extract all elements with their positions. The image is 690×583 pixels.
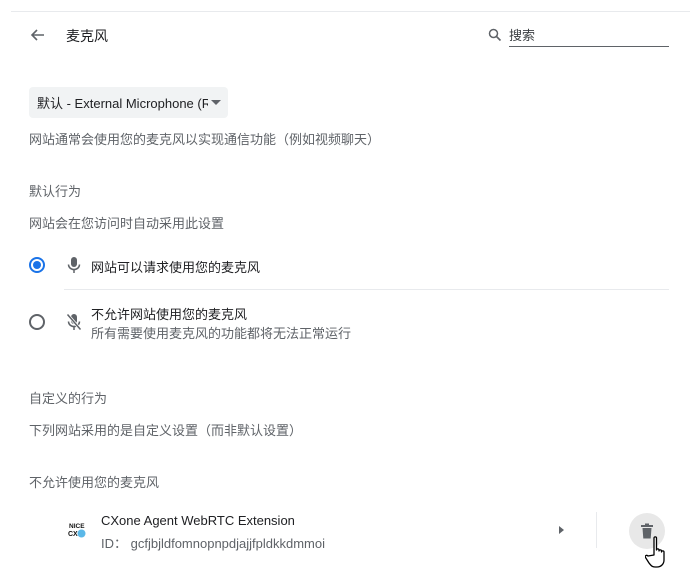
search-input[interactable] <box>509 25 669 47</box>
option-allow-ask-label[interactable]: 网站可以请求使用您的麦克风 <box>91 257 260 276</box>
row-separator <box>596 512 597 548</box>
caret-down-icon <box>211 100 221 105</box>
search-icon <box>488 28 502 42</box>
page-description: 网站通常会使用您的麦克风以实现通信功能（例如视频聊天） <box>29 132 381 147</box>
nice-cxone-icon: NICE CX <box>68 523 86 538</box>
microphone-device-select[interactable]: 默认 - External Microphone (R <box>29 87 228 118</box>
page-header: 麦克风 <box>0 22 690 48</box>
custom-behavior-subheading: 下列网站采用的是自定义设置（而非默认设置） <box>29 423 303 438</box>
arrow-right-icon[interactable] <box>559 526 564 534</box>
custom-behavior-heading: 自定义的行为 <box>29 391 108 406</box>
back-button[interactable] <box>26 24 48 46</box>
site-list-item[interactable]: NICE CX CXone Agent WebRTC Extension ID：… <box>0 505 690 555</box>
delete-site-button[interactable] <box>629 513 665 549</box>
site-name: CXone Agent WebRTC Extension <box>101 513 295 528</box>
mic-off-icon <box>66 313 82 331</box>
default-behavior-heading: 默认行为 <box>29 184 82 199</box>
option-block-label[interactable]: 不允许网站使用您的麦克风 <box>91 304 247 323</box>
trash-icon <box>641 523 653 539</box>
top-divider <box>11 11 690 12</box>
option-divider <box>64 289 669 290</box>
svg-text:NICE: NICE <box>69 523 85 530</box>
svg-text:CX: CX <box>68 531 78 538</box>
mic-icon <box>67 257 81 273</box>
radio-block[interactable] <box>29 314 45 330</box>
option-block-sublabel: 所有需要使用麦克风的功能都将无法正常运行 <box>91 326 352 341</box>
blocked-sites-heading: 不允许使用您的麦克风 <box>29 475 160 490</box>
page-title: 麦克风 <box>66 28 108 44</box>
radio-allow-ask[interactable] <box>29 257 45 273</box>
search-box <box>488 25 669 47</box>
arrow-back-icon <box>30 29 44 41</box>
site-id: ID： gcfjbjldfomnopnpdjajjfpldkkdmmoi <box>101 536 325 551</box>
selected-device: 默认 - External Microphone (R <box>37 96 208 111</box>
default-behavior-subheading: 网站会在您访问时自动采用此设置 <box>29 216 225 231</box>
